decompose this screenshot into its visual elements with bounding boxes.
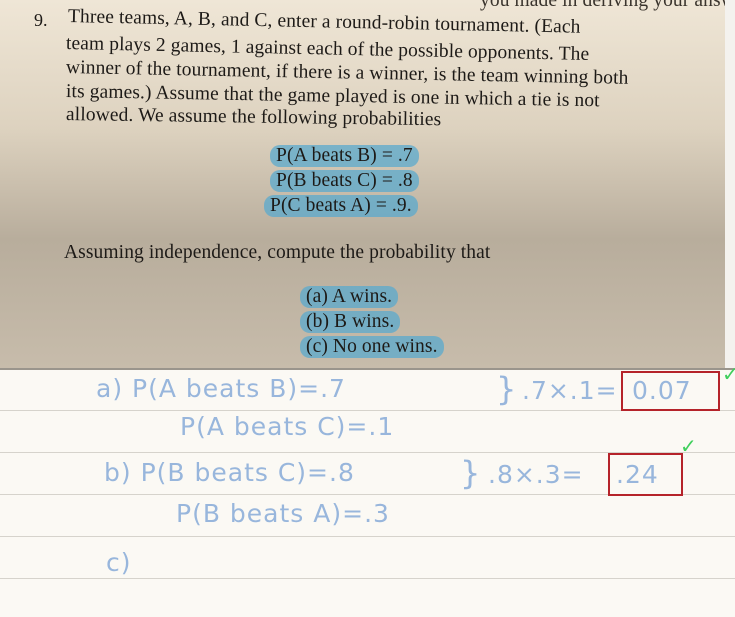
notes-paper: a) P(A beats B)=.7 P(A beats C)=.1 } .7×…	[0, 364, 735, 617]
part-c: (c) No one wins.	[300, 336, 444, 358]
page-edge	[725, 0, 735, 368]
brace-b: }	[460, 454, 482, 492]
probability-ab: P(A beats B) = .7	[270, 145, 419, 167]
note-a-line2: P(A beats C)=.1	[180, 412, 395, 441]
textbook-photo: you made in deriving your answer? 9. Thr…	[0, 0, 735, 368]
note-a-line1: a) P(A beats B)=.7	[96, 374, 346, 403]
note-c-line: c)	[106, 548, 132, 577]
instruction: Assuming independence, compute the proba…	[64, 242, 491, 263]
note-b-answer: .24	[616, 460, 659, 489]
note-b-calc: .8×.3=	[488, 460, 584, 489]
cutoff-line: you made in deriving your answer?	[480, 0, 735, 11]
note-b-line1: b) P(B beats C)=.8	[104, 458, 355, 487]
brace-a: }	[496, 370, 518, 408]
divider	[0, 368, 735, 370]
check-icon: ✓	[680, 436, 697, 458]
probability-bc: P(B beats C) = .8	[270, 170, 419, 192]
part-b: (b) B wins.	[300, 311, 401, 333]
note-a-calc: .7×.1=	[522, 376, 618, 405]
note-b-line2: P(B beats A)=.3	[176, 499, 390, 528]
probability-ca: P(C beats A) = .9.	[264, 195, 418, 217]
part-a: (a) A wins.	[300, 286, 399, 308]
problem-line-5: allowed. We assume the following probabi…	[65, 104, 442, 131]
check-icon: ✓	[722, 364, 735, 386]
ruled-line	[0, 536, 735, 537]
note-a-answer: 0.07	[632, 376, 692, 405]
problem-number: 9.	[34, 10, 48, 30]
ruled-line	[0, 578, 735, 579]
